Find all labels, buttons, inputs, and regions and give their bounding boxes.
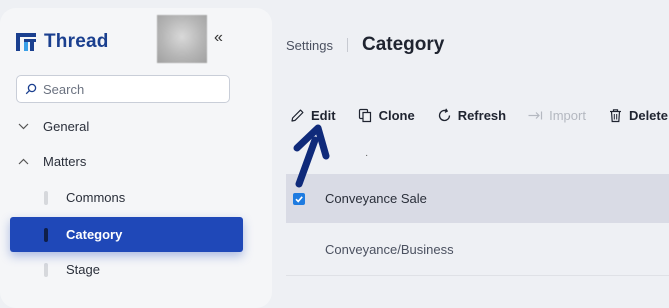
item-indicator <box>44 190 48 205</box>
sidebar-item-label: Stage <box>66 262 100 277</box>
delete-button[interactable]: Delete <box>608 108 668 123</box>
row-label: Conveyance/Business <box>325 242 454 257</box>
refresh-icon <box>438 108 450 122</box>
collapse-sidebar-button[interactable]: « <box>214 29 223 47</box>
sidebar-item-general[interactable]: General <box>0 119 89 134</box>
item-indicator <box>44 262 48 277</box>
avatar[interactable] <box>157 15 207 63</box>
thread-logo-icon <box>16 33 36 51</box>
chevron-up-icon <box>17 156 29 168</box>
import-icon <box>528 111 543 120</box>
breadcrumb-divider <box>346 38 348 52</box>
search-box[interactable] <box>16 75 230 103</box>
annotation-arrow-icon <box>293 124 330 188</box>
sidebar-item-stage[interactable]: Stage <box>44 262 100 277</box>
sidebar-item-matters[interactable]: Matters <box>0 154 86 169</box>
breadcrumb: Settings Category <box>286 34 444 56</box>
table-row[interactable]: Conveyance/Business <box>286 224 669 276</box>
import-button[interactable]: Import <box>528 108 586 123</box>
row-checkbox[interactable] <box>293 192 305 205</box>
sidebar-item-label: Commons <box>66 190 126 205</box>
search-icon <box>25 83 37 95</box>
sidebar-item-commons[interactable]: Commons <box>44 190 125 205</box>
sidebar-item-category[interactable]: Category <box>10 217 243 252</box>
sidebar-item-label: Matters <box>43 154 87 169</box>
clone-button[interactable]: Clone <box>358 108 415 123</box>
page-title: Category <box>361 34 445 55</box>
brand-name: Thread <box>44 31 109 52</box>
breadcrumb-parent[interactable]: Settings <box>286 38 333 53</box>
row-label: Conveyance Sale <box>325 191 427 206</box>
refresh-button[interactable]: Refresh <box>437 108 506 123</box>
trash-icon <box>609 109 621 123</box>
sidebar-item-label: General <box>43 119 90 134</box>
sidebar: Thread « General Matters Commons Stage <box>0 8 272 308</box>
sidebar-item-label: Category <box>66 227 123 242</box>
toolbar: Edit Clone Refresh Import Delete <box>290 108 669 123</box>
chevron-down-icon <box>17 121 29 133</box>
search-input[interactable] <box>43 81 213 97</box>
check-icon <box>295 195 303 203</box>
category-list: · Conveyance Sale Conveyance/Business <box>286 140 669 285</box>
copy-icon <box>358 108 371 123</box>
item-indicator <box>44 227 48 242</box>
brand[interactable]: Thread <box>16 31 109 53</box>
table-row[interactable]: Conveyance Sale <box>286 174 669 223</box>
list-item-marker: · <box>365 150 369 161</box>
